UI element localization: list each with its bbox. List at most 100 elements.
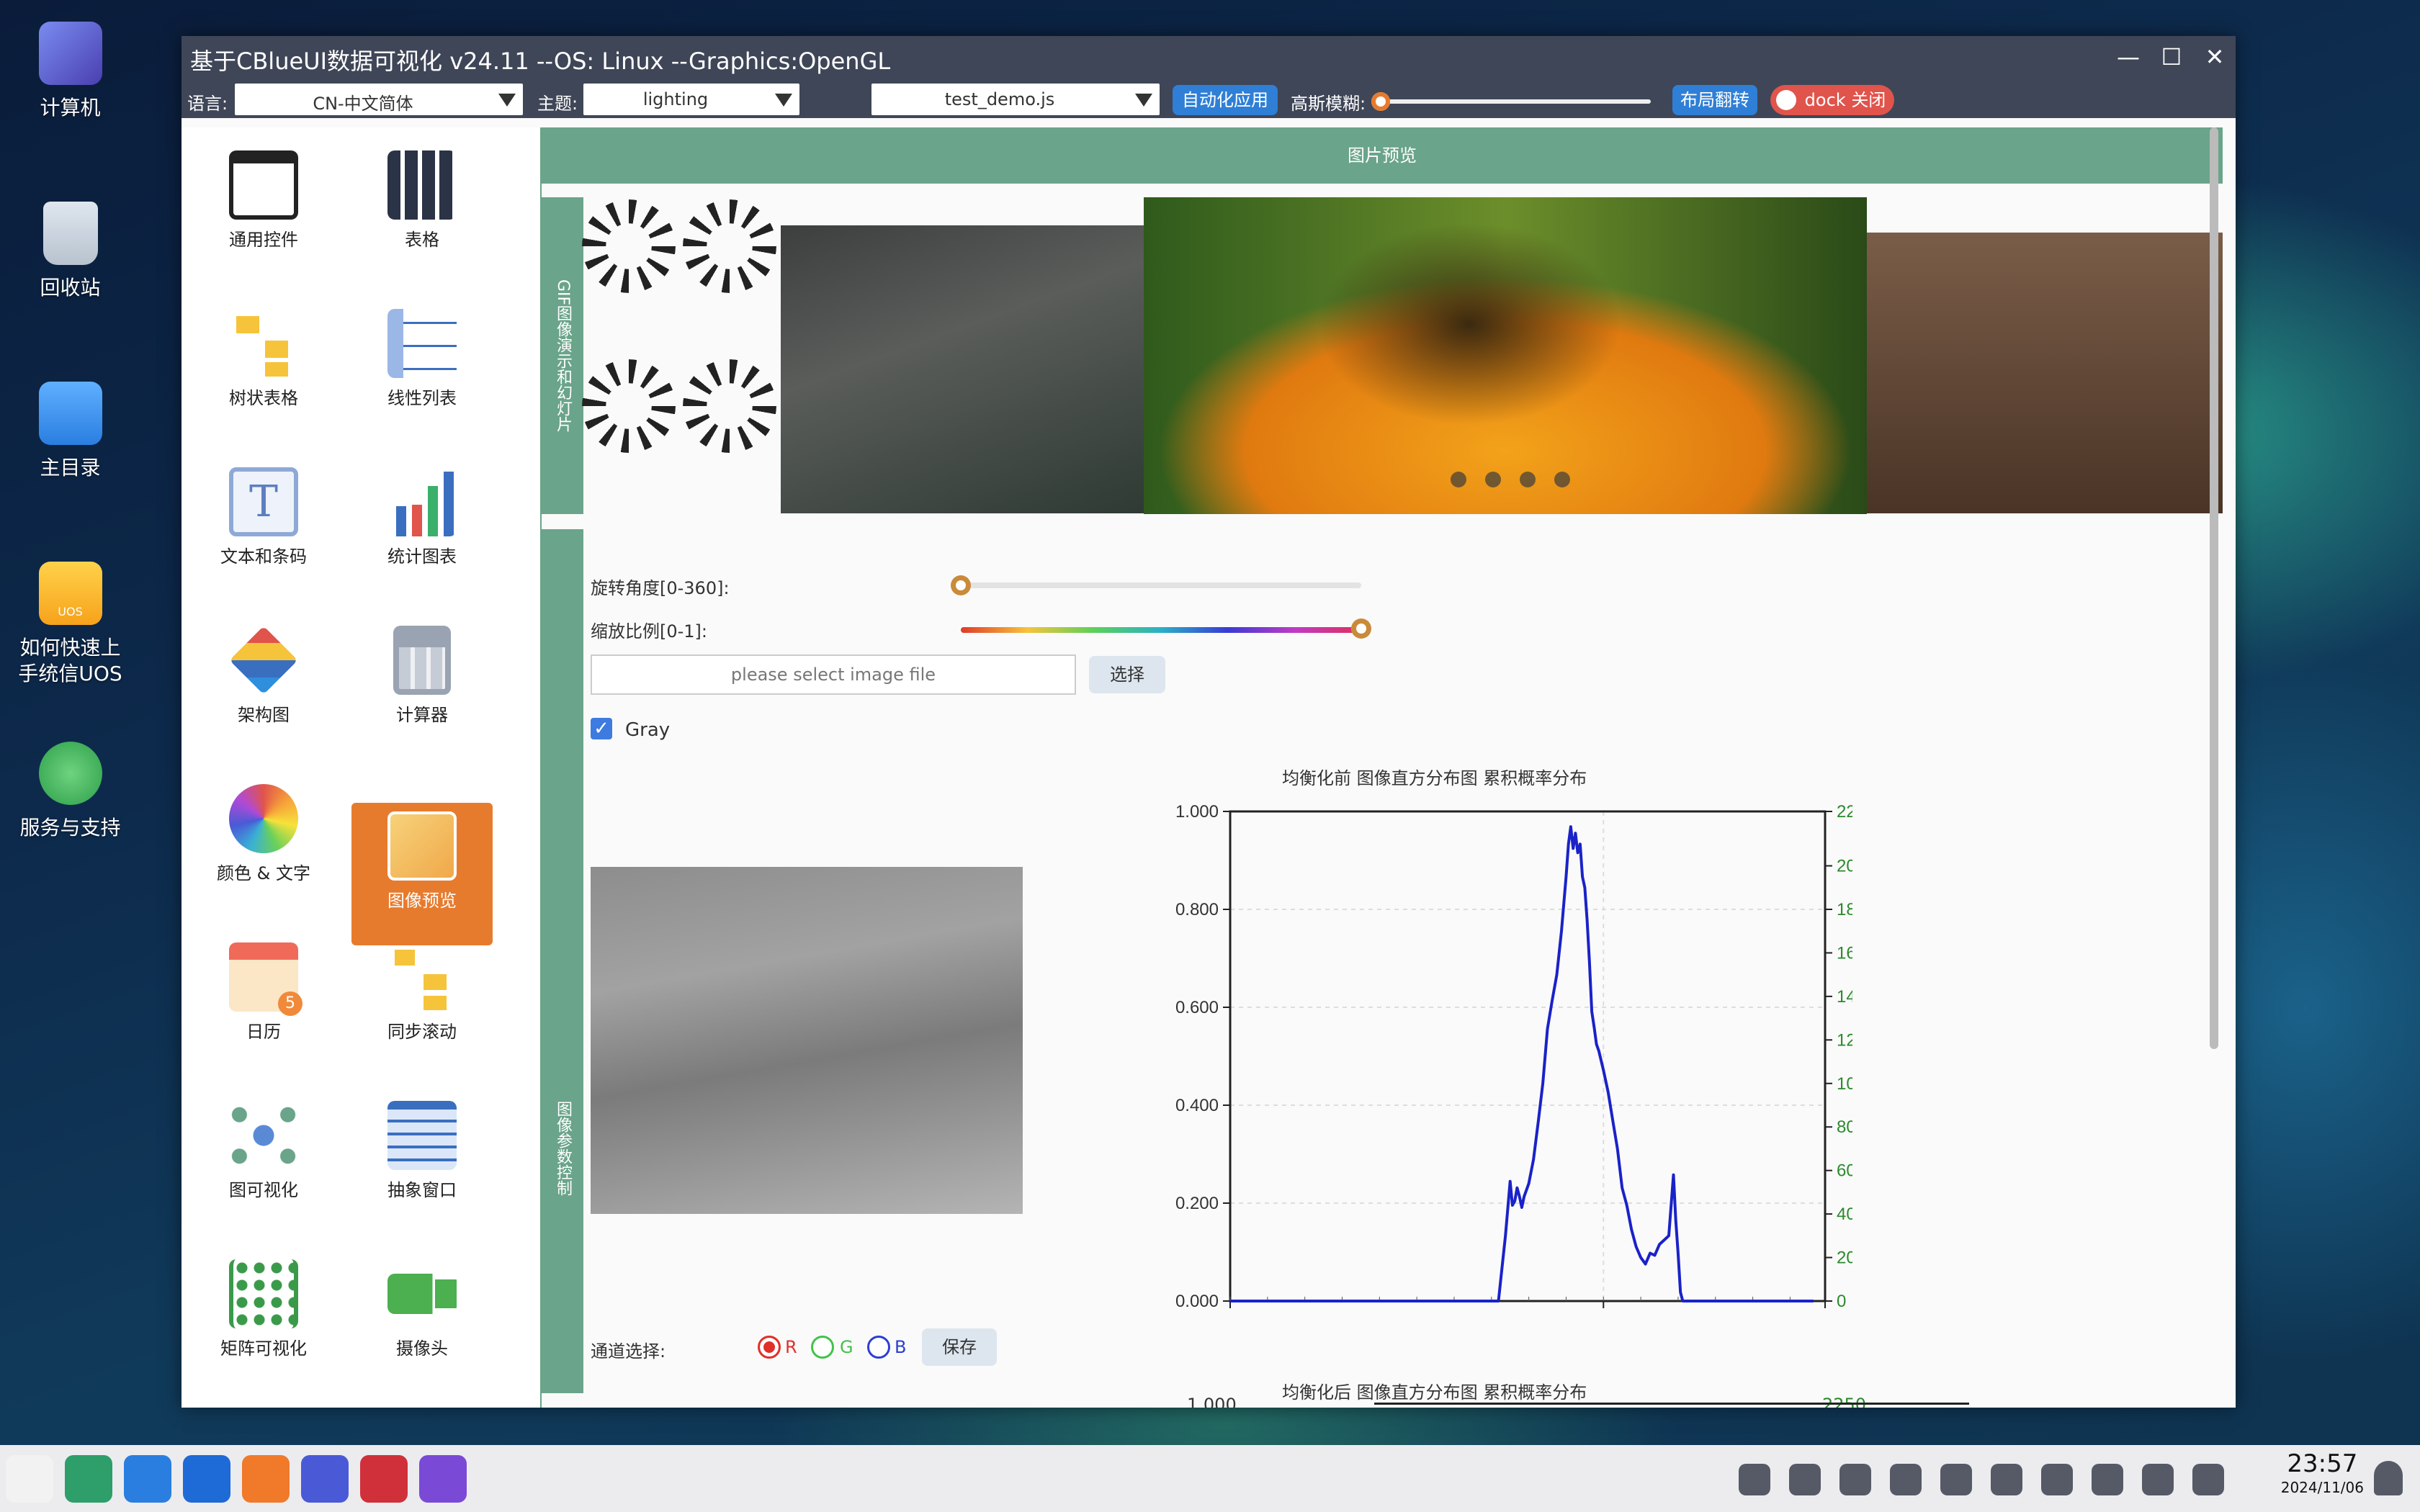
- home-folder-icon: [38, 382, 102, 445]
- clock[interactable]: 23:57 2024/11/06: [2281, 1449, 2364, 1497]
- language-select[interactable]: CN-中文简体: [235, 84, 523, 115]
- y-left-tick-label: 0.800: [1175, 900, 1219, 919]
- vertical-scrollbar[interactable]: [2210, 127, 2218, 1049]
- sidebar-item-architecture[interactable]: 架构图: [193, 617, 334, 760]
- maximize-button[interactable]: ☐: [2154, 43, 2190, 71]
- gray-checkbox[interactable]: ✓: [591, 718, 612, 739]
- desktop-uos-guide[interactable]: UOS 如何快速上 手统信UOS: [7, 562, 133, 687]
- carousel-dot[interactable]: [1554, 472, 1570, 487]
- theme-value: lighting: [642, 89, 709, 109]
- save-button[interactable]: 保存: [922, 1328, 997, 1366]
- cblueui-app-icon[interactable]: [419, 1455, 467, 1503]
- file-manager-icon[interactable]: [124, 1455, 171, 1503]
- network-icon[interactable]: [2142, 1464, 2174, 1495]
- sidebar-item-label: 树状表格: [229, 388, 298, 408]
- layout-flip-button[interactable]: 布局翻转: [1672, 85, 1757, 115]
- blur-label: 高斯模糊:: [1291, 94, 1366, 114]
- desktop-home[interactable]: 主目录: [7, 382, 133, 484]
- scale-slider-handle[interactable]: [1351, 618, 1371, 639]
- auto-apply-button[interactable]: 自动化应用: [1173, 85, 1278, 115]
- dock-toggle[interactable]: dock 关闭: [1770, 85, 1894, 115]
- sidebar-item-text-barcode[interactable]: T 文本和条码: [193, 459, 334, 601]
- tree-table-icon: [229, 309, 298, 378]
- sidebar-item-statistics[interactable]: 统计图表: [351, 459, 493, 601]
- desktop-support[interactable]: 服务与支持: [7, 742, 133, 844]
- channel-r-radio[interactable]: [758, 1336, 781, 1359]
- chevron-down-icon: [775, 94, 792, 107]
- sidebar-item-controls[interactable]: 通用控件: [193, 142, 334, 284]
- y-right-tick-label: 200: [1837, 1248, 1852, 1268]
- gif-spinner: [582, 359, 676, 453]
- chevron-right-icon[interactable]: [2041, 1464, 2073, 1495]
- sidebar-item-table[interactable]: 表格: [351, 142, 493, 284]
- carousel-dot[interactable]: [1520, 472, 1536, 487]
- pen-icon[interactable]: [1991, 1464, 2022, 1495]
- y-right-tick-label: 2250: [1837, 802, 1852, 822]
- sidebar-item-abstract-window[interactable]: 抽象窗口: [351, 1092, 493, 1235]
- sidebar-item-tree-table[interactable]: 树状表格: [193, 300, 334, 443]
- rotation-label: 旋转角度[0-360]:: [591, 578, 730, 598]
- power-icon[interactable]: [2192, 1464, 2224, 1495]
- scale-slider[interactable]: [961, 627, 1361, 633]
- script-select[interactable]: test_demo.js: [871, 84, 1160, 115]
- panel-header: 图片预览: [542, 127, 2223, 184]
- sidebar-item-calculator[interactable]: 计算器: [351, 617, 493, 760]
- architecture-icon: [229, 626, 298, 695]
- sidebar-item-label: 通用控件: [229, 230, 298, 250]
- theme-select[interactable]: lighting: [583, 84, 799, 115]
- bell-icon[interactable]: [2374, 1461, 2403, 1495]
- sidebar-item-image-preview[interactable]: 图像预览: [351, 803, 493, 945]
- carousel-dot[interactable]: [1485, 472, 1501, 487]
- terminal-icon[interactable]: [360, 1455, 408, 1503]
- blur-slider-handle[interactable]: [1371, 92, 1390, 111]
- close-button[interactable]: ✕: [2197, 43, 2233, 71]
- rotation-slider-handle[interactable]: [951, 575, 971, 595]
- tab-image-params[interactable]: 图像参数控制: [542, 529, 583, 1393]
- sidebar-item-label: 颜色 & 文字: [217, 863, 310, 883]
- clock-time: 23:57: [2287, 1449, 2358, 1478]
- desktop-computer[interactable]: 计算机: [7, 22, 133, 124]
- support-icon: [38, 742, 102, 805]
- browser-icon[interactable]: [183, 1455, 230, 1503]
- channel-r-label: R: [785, 1337, 797, 1357]
- blur-slider[interactable]: [1371, 92, 1651, 111]
- scale-label: 缩放比例[0-1]:: [591, 621, 708, 642]
- search-icon[interactable]: [2092, 1464, 2123, 1495]
- sidebar-item-camera[interactable]: 摄像头: [351, 1251, 493, 1393]
- settings-icon[interactable]: [301, 1455, 349, 1503]
- multitask-icon[interactable]: [65, 1455, 112, 1503]
- histogram-after-axis: [1374, 1403, 1969, 1405]
- volume-mute-icon[interactable]: [1940, 1464, 1972, 1495]
- sidebar-item-sync-scroll[interactable]: 同步滚动: [351, 934, 493, 1076]
- select-file-button[interactable]: 选择: [1089, 656, 1165, 693]
- security-icon[interactable]: [1739, 1464, 1770, 1495]
- app-store-icon[interactable]: [242, 1455, 290, 1503]
- minimize-button[interactable]: —: [2110, 43, 2146, 71]
- channel-b-label: B: [895, 1337, 907, 1357]
- channel-b-radio[interactable]: [867, 1336, 890, 1359]
- tab-gif-slideshow[interactable]: GIF图像演示和幻灯片: [542, 197, 583, 514]
- channel-label: 通道选择:: [591, 1341, 666, 1362]
- desktop-icon-label: 如何快速上: [19, 636, 121, 660]
- y-right-tick-label: 800: [1837, 1117, 1852, 1137]
- rotation-slider[interactable]: [961, 582, 1361, 588]
- carousel-dot[interactable]: [1451, 472, 1466, 487]
- sidebar-item-color-text[interactable]: 颜色 & 文字: [193, 775, 334, 918]
- launcher-icon[interactable]: [6, 1455, 53, 1503]
- sidebar-item-label: 计算器: [396, 705, 448, 725]
- sidebar-item-matrix[interactable]: 矩阵可视化: [193, 1251, 334, 1393]
- image-file-input[interactable]: please select image file: [591, 654, 1076, 695]
- sidebar-item-label: 日历: [246, 1022, 281, 1042]
- sidebar-item-calendar[interactable]: 5 日历: [193, 934, 334, 1076]
- text-barcode-icon: T: [229, 467, 298, 536]
- keyboard-icon[interactable]: [1839, 1464, 1871, 1495]
- slide-image-bee[interactable]: [1144, 197, 1867, 514]
- usb-icon[interactable]: [1890, 1464, 1922, 1495]
- slide-image-cable-car: [781, 225, 1144, 513]
- sidebar-item-graph-visualization[interactable]: 图可视化: [193, 1092, 334, 1235]
- sidebar-item-linear-list[interactable]: 线性列表: [351, 300, 493, 443]
- uos-tray-icon[interactable]: [1789, 1464, 1821, 1495]
- channel-g-radio[interactable]: [811, 1336, 834, 1359]
- sidebar-item-label: 统计图表: [387, 546, 457, 567]
- desktop-trash[interactable]: 回收站: [7, 202, 133, 304]
